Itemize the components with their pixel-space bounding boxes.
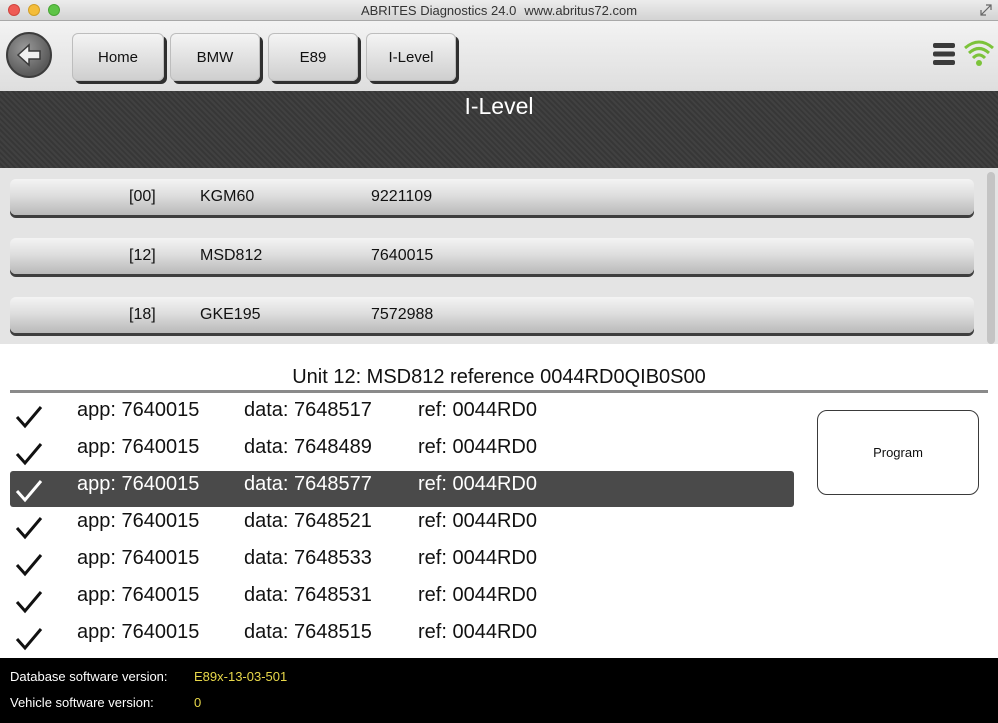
module-list-scrollbar[interactable] xyxy=(987,172,995,344)
data-version: data: 7648533 xyxy=(244,547,372,569)
title-bar: ABRITES Diagnostics 24.0 www.abritus72.co… xyxy=(0,0,998,21)
app-version: app: 7640015 xyxy=(77,547,200,569)
module-index: [12] xyxy=(129,247,156,264)
version-row[interactable]: app: 7640015 data: 7648515 ref: 0044RD0 xyxy=(10,619,794,655)
app-version: app: 7640015 xyxy=(77,436,200,458)
wifi-icon xyxy=(964,40,994,66)
checkmark-icon xyxy=(15,591,43,614)
app-version: app: 7640015 xyxy=(77,584,200,606)
page-title: I-Level xyxy=(464,93,534,119)
module-name: MSD812 xyxy=(200,247,263,264)
version-row[interactable]: app: 7640015 data: 7648533 ref: 0044RD0 xyxy=(10,545,794,581)
data-version: data: 7648531 xyxy=(244,584,372,606)
module-list: [00] KGM60 9221109 [12] MSD812 7640015 [… xyxy=(0,168,998,344)
program-button[interactable]: Program xyxy=(817,410,979,495)
menu-icon[interactable] xyxy=(932,41,956,67)
ref-version: ref: 0044RD0 xyxy=(418,473,537,495)
page-header: I-Level xyxy=(0,91,998,168)
module-row[interactable]: [00] KGM60 9221109 xyxy=(10,179,974,215)
database-version-label: Database software version: xyxy=(10,669,168,684)
ref-version: ref: 0044RD0 xyxy=(418,584,537,606)
checkmark-icon xyxy=(15,517,43,540)
ref-version: ref: 0044RD0 xyxy=(418,510,537,532)
breadcrumb-bmw-button[interactable]: BMW xyxy=(170,33,260,81)
module-number: 9221109 xyxy=(371,188,433,205)
version-row[interactable]: app: 7640015 data: 7648577 ref: 0044RD0 xyxy=(10,471,794,507)
module-name: KGM60 xyxy=(200,188,255,205)
checkmark-icon xyxy=(15,406,43,429)
module-index: [00] xyxy=(129,188,156,205)
checkmark-icon xyxy=(15,628,43,651)
database-version-value: E89x-13-03-501 xyxy=(194,669,288,684)
checkmark-icon xyxy=(15,443,43,466)
breadcrumb-e89-button[interactable]: E89 xyxy=(268,33,358,81)
module-row[interactable]: [18] GKE195 7572988 xyxy=(10,297,974,333)
fullscreen-icon[interactable] xyxy=(980,4,992,16)
data-version: data: 7648521 xyxy=(244,510,372,532)
data-version: data: 7648489 xyxy=(244,436,372,458)
version-row[interactable]: app: 7640015 data: 7648517 ref: 0044RD0 xyxy=(10,397,794,433)
data-version: data: 7648517 xyxy=(244,399,372,421)
ref-version: ref: 0044RD0 xyxy=(418,399,537,421)
toolbar: Home BMW E89 I-Level xyxy=(0,21,998,91)
module-number: 7572988 xyxy=(371,306,434,323)
module-name: GKE195 xyxy=(200,306,261,323)
version-row[interactable]: app: 7640015 data: 7648521 ref: 0044RD0 xyxy=(10,508,794,544)
app-version: app: 7640015 xyxy=(77,473,200,495)
app-version: app: 7640015 xyxy=(77,510,200,532)
breadcrumb-ilevel-button[interactable]: I-Level xyxy=(366,33,456,81)
checkmark-icon xyxy=(15,554,43,577)
window-title-text: ABRITES Diagnostics 24.0 xyxy=(360,3,517,18)
module-index: [18] xyxy=(129,306,156,323)
module-row[interactable]: [12] MSD812 7640015 xyxy=(10,238,974,274)
data-version: data: 7648577 xyxy=(244,473,372,495)
version-row[interactable]: app: 7640015 data: 7648531 ref: 0044RD0 xyxy=(10,582,794,618)
version-row[interactable]: app: 7640015 data: 7648489 ref: 0044RD0 xyxy=(10,434,794,470)
app-version: app: 7640015 xyxy=(77,621,200,643)
vehicle-version-value: 0 xyxy=(194,695,202,710)
breadcrumb-home-button[interactable]: Home xyxy=(72,33,164,81)
window-title: ABRITES Diagnostics 24.0 www.abritus72.co… xyxy=(0,3,998,18)
ref-version: ref: 0044RD0 xyxy=(418,547,537,569)
app-version: app: 7640015 xyxy=(77,399,200,421)
data-version: data: 7648515 xyxy=(244,621,372,643)
ref-version: ref: 0044RD0 xyxy=(418,436,537,458)
back-arrow-icon xyxy=(16,43,41,67)
module-number: 7640015 xyxy=(371,247,434,264)
checkmark-icon xyxy=(15,480,43,503)
ref-version: ref: 0044RD0 xyxy=(418,621,537,643)
vehicle-version-label: Vehicle software version: xyxy=(10,695,154,710)
divider xyxy=(10,390,988,393)
window-url-text: www.abritus72.com xyxy=(524,3,638,18)
unit-heading: Unit 12: MSD812 reference 0044RD0QIB0S00 xyxy=(292,366,706,388)
status-footer: Database software version: E89x-13-03-50… xyxy=(0,658,998,723)
back-button[interactable] xyxy=(6,32,52,78)
